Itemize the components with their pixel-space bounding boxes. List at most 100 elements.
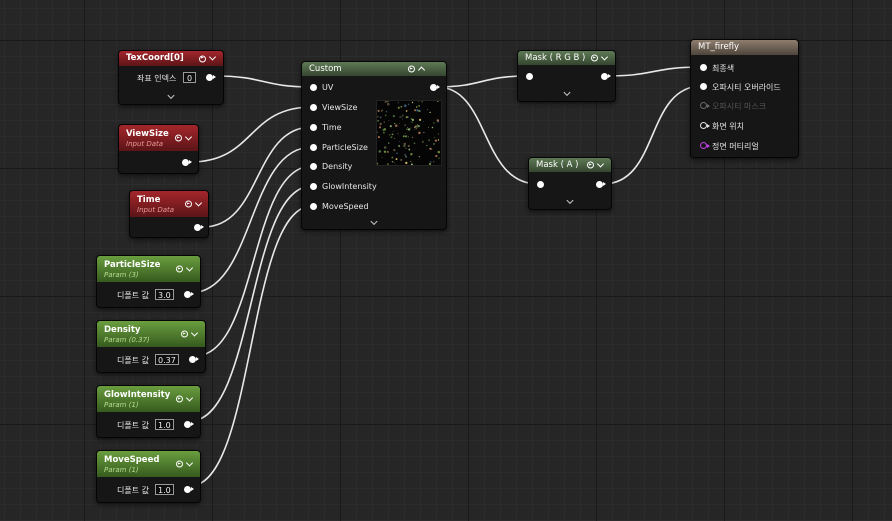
material-pin-opacity-override[interactable] (700, 83, 707, 90)
custom-node-header[interactable]: Custom (302, 62, 446, 76)
particlesize-subtitle: Param (3) (104, 271, 139, 279)
expand-chevron-icon[interactable] (562, 88, 571, 97)
movespeed-node[interactable]: MoveSpeed Param (1) 디폴트 값 1.0 (96, 450, 201, 503)
preview-toggle-icon[interactable] (408, 65, 415, 73)
preview-particle (377, 136, 380, 139)
collapse-chevron-icon[interactable] (208, 53, 217, 61)
preview-particle (388, 120, 390, 121)
preview-particle (410, 160, 412, 162)
particlesize-value-input[interactable]: 3.0 (155, 289, 174, 300)
preview-particle (407, 128, 411, 131)
preview-particle (429, 147, 432, 150)
custom-input-pin-uv[interactable] (310, 84, 317, 91)
preview-particle (415, 125, 417, 127)
coord-index-input[interactable]: 0 (183, 72, 196, 83)
preview-toggle-icon[interactable] (591, 54, 598, 62)
custom-input-pin-particlesize[interactable] (310, 144, 317, 151)
density-subtitle: Param (0.37) (104, 336, 150, 344)
particlesize-output-pin[interactable] (184, 291, 194, 298)
viewsize-node-header[interactable]: ViewSize Input Data (119, 125, 198, 151)
glowintensity-node[interactable]: GlowIntensity Param (1) 디폴트 값 1.0 (96, 385, 201, 438)
custom-input-pin-viewsize[interactable] (310, 104, 317, 111)
time-node-header[interactable]: Time Input Data (130, 191, 208, 217)
time-output-pin[interactable] (194, 224, 204, 231)
collapse-chevron-icon[interactable] (185, 263, 194, 272)
material-pin-opacity-mask[interactable] (700, 102, 710, 109)
custom-input-label: Density (322, 162, 353, 171)
material-pin-screen-position[interactable] (700, 122, 710, 129)
preview-toggle-icon[interactable] (181, 330, 188, 338)
mask-rgb-node[interactable]: Mask ( R G B ) (517, 50, 616, 102)
mask-a-node[interactable]: Mask ( A ) (528, 157, 612, 210)
custom-input-pin-time[interactable] (310, 124, 317, 131)
density-node-header[interactable]: Density Param (0.37) (97, 321, 205, 347)
movespeed-value-input[interactable]: 1.0 (155, 484, 174, 495)
collapse-chevron-icon[interactable] (190, 328, 199, 337)
glowintensity-subtitle: Param (1) (104, 401, 139, 409)
collapse-chevron-icon[interactable] (596, 159, 605, 168)
texcoord-output-pin[interactable] (206, 74, 216, 81)
viewsize-output-pin[interactable] (182, 159, 192, 166)
expand-chevron-icon[interactable] (370, 217, 378, 226)
custom-input-pin-density[interactable] (310, 163, 317, 170)
preview-toggle-icon[interactable] (176, 460, 183, 468)
preview-toggle-icon[interactable] (185, 200, 192, 208)
preview-particle (395, 158, 398, 161)
preview-particle (437, 150, 441, 154)
density-node[interactable]: Density Param (0.37) 디폴트 값 0.37 (96, 320, 206, 373)
mask-rgb-output-pin[interactable] (601, 73, 611, 80)
custom-input-pin-movespeed[interactable] (310, 203, 317, 210)
glowintensity-value-input[interactable]: 1.0 (155, 419, 174, 430)
collapse-chevron-up-icon[interactable] (417, 66, 426, 74)
mask-a-output-pin[interactable] (596, 181, 606, 188)
custom-input-label: Time (322, 123, 342, 132)
preview-particle (395, 164, 397, 165)
texcoord-node-header[interactable]: TexCoord[0] (119, 51, 223, 66)
material-pin-final-color[interactable] (700, 64, 707, 71)
mask-rgb-node-header[interactable]: Mask ( R G B ) (518, 51, 615, 65)
preview-particle (397, 106, 400, 109)
density-value-input[interactable]: 0.37 (155, 354, 179, 365)
movespeed-output-pin[interactable] (184, 486, 194, 493)
glowintensity-node-header[interactable]: GlowIntensity Param (1) (97, 386, 200, 412)
texcoord-node[interactable]: TexCoord[0] 좌표 인덱스 0 (118, 50, 224, 105)
collapse-chevron-icon[interactable] (600, 52, 609, 61)
preview-particle (416, 125, 419, 128)
expand-chevron-icon[interactable] (566, 196, 574, 205)
preview-particle (436, 119, 439, 122)
mask-rgb-input-pin[interactable] (526, 73, 533, 80)
glowintensity-output-pin[interactable] (184, 421, 194, 428)
collapse-chevron-icon[interactable] (185, 393, 194, 402)
preview-particle (381, 109, 383, 111)
preview-particle (395, 124, 398, 127)
mask-a-node-header[interactable]: Mask ( A ) (529, 158, 611, 172)
density-output-pin[interactable] (189, 356, 199, 363)
material-node-header[interactable]: MT_firefly (691, 40, 798, 55)
particlesize-node[interactable]: ParticleSize Param (3) 디폴트 값 3.0 (96, 255, 201, 308)
collapse-chevron-icon[interactable] (185, 458, 194, 467)
time-node[interactable]: Time Input Data (129, 190, 209, 238)
preview-toggle-icon[interactable] (176, 395, 183, 403)
preview-toggle-icon[interactable] (176, 265, 183, 273)
particlesize-title: ParticleSize (104, 260, 161, 270)
preview-particle (414, 109, 417, 112)
movespeed-node-header[interactable]: MoveSpeed Param (1) (97, 451, 200, 477)
preview-toggle-icon[interactable] (199, 55, 206, 62)
preview-toggle-icon[interactable] (587, 161, 594, 169)
viewsize-node[interactable]: ViewSize Input Data (118, 124, 199, 174)
collapse-chevron-icon[interactable] (194, 198, 203, 207)
time-title: Time (137, 195, 161, 205)
collapse-chevron-icon[interactable] (184, 132, 193, 141)
preview-particle (438, 157, 440, 159)
preview-particle (423, 131, 425, 134)
preview-toggle-icon[interactable] (175, 134, 182, 142)
mask-a-input-pin[interactable] (537, 181, 544, 188)
preview-particle (377, 109, 380, 112)
custom-output-pin[interactable] (430, 84, 440, 91)
wire-maskrgb-finalcolor (606, 66, 703, 77)
material-result-node[interactable]: MT_firefly 최종색 오파시티 오버라이드 오파시티 마스크 화면 위치… (690, 39, 799, 158)
particlesize-node-header[interactable]: ParticleSize Param (3) (97, 256, 200, 282)
custom-input-pin-glowintensity[interactable] (310, 183, 317, 190)
expand-chevron-icon[interactable] (167, 91, 175, 100)
material-pin-front-material[interactable] (700, 142, 710, 149)
